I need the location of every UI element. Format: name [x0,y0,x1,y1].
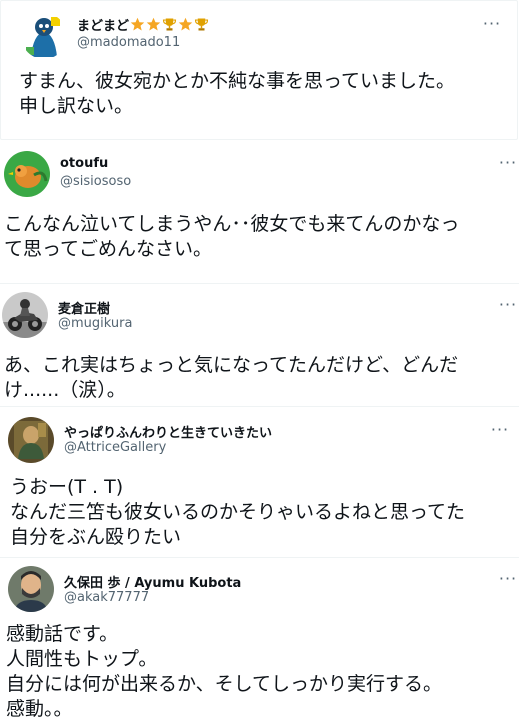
tweet-text: うおー(T . T) なんだ三笘も彼女いるのかそりゃいるよねと思ってた 自分をぶ… [10,475,465,550]
display-name[interactable]: otoufu [60,156,108,171]
tweet-line: あ、これ実はちょっと気になってたんだけど、どんだ [4,354,459,376]
tweet-card[interactable]: やっぱりふんわりと生きていきたい @AttriceGallery ··· うおー… [0,407,519,557]
penguin-avatar-icon [21,13,67,59]
user-handle[interactable]: @madomado11 [77,35,180,50]
trophy-icon [194,17,209,32]
tweet-line: すまん、彼女宛かとか不純な事を思っていました。 [19,70,456,92]
display-name[interactable]: やっぱりふんわりと生きていきたい [64,422,272,441]
motorcycle-avatar-icon [2,292,48,338]
bird-avatar-icon [4,151,50,197]
star-icon [178,17,193,32]
tweet-line: け......（涙）。 [4,379,126,401]
tweet-text: あ、これ実はちょっと気になってたんだけど、どんだ け......（涙）。 [4,353,458,403]
artwork-avatar-icon [8,417,54,463]
tweet-card[interactable]: 久保田 歩 / Ayumu Kubota @akak77777 ··· 感動話で… [0,558,519,728]
avatar[interactable] [2,292,48,338]
more-options-icon[interactable]: ··· [497,155,519,172]
more-options-icon[interactable]: ··· [497,571,519,588]
avatar[interactable] [21,13,67,59]
tweet-line: 感動話です。 [6,623,119,645]
trophy-icon [162,17,177,32]
avatar[interactable] [8,566,54,612]
tweet-line: 自分をぶん殴りたい [10,526,182,548]
avatar[interactable] [4,151,50,197]
tweet-card[interactable]: まどまど @madomado11 ··· すまん、彼女宛かとか不純な事を思ってい… [0,0,518,140]
star-icon [146,17,161,32]
display-name[interactable]: 麦倉正樹 [58,298,110,317]
user-handle[interactable]: @mugikura [58,316,132,331]
tweet-card[interactable]: 麦倉正樹 @mugikura ··· あ、これ実はちょっと気になってたんだけど、… [0,284,519,406]
tweet-card[interactable]: otoufu @sisiososo ··· こんなん泣いてしまうやん･･彼女でも… [0,140,519,283]
more-options-icon[interactable]: ··· [481,16,503,33]
tweet-line: うおー(T . T) [10,476,124,498]
user-handle[interactable]: @sisiososo [60,174,131,189]
tweet-line: 人間性もトップ。 [6,648,158,670]
more-options-icon[interactable]: ··· [497,297,519,314]
tweet-text: 感動話です。 人間性もトップ。 自分には何が出来るか、そしてしっかり実行する。 … [6,622,442,722]
user-handle[interactable]: @AttriceGallery [64,440,166,455]
tweet-text: こんなん泣いてしまうやん･･彼女でも来てんのかなっ て思ってごめんなさい。 [4,212,459,262]
user-handle[interactable]: @akak77777 [64,590,149,605]
more-options-icon[interactable]: ··· [489,422,511,439]
tweet-text: すまん、彼女宛かとか不純な事を思っていました。 申し訳ない。 [19,69,455,119]
tweet-line: 申し訳ない。 [19,95,134,117]
tweet-line: こんなん泣いてしまうやん･･彼女でも来てんのかなっ [4,213,460,235]
tweet-line: なんだ三笘も彼女いるのかそりゃいるよねと思ってた [10,501,466,523]
tweet-line: て思ってごめんなさい。 [4,238,213,260]
display-name[interactable]: 久保田 歩 / Ayumu Kubota [64,572,241,591]
star-icon [130,17,145,32]
person-avatar-icon [8,566,54,612]
tweet-line: 自分には何が出来るか、そしてしっかり実行する。 [6,673,443,695]
avatar[interactable] [8,417,54,463]
display-name[interactable]: まどまど [77,15,209,34]
tweet-line: 感動。。 [6,698,73,720]
